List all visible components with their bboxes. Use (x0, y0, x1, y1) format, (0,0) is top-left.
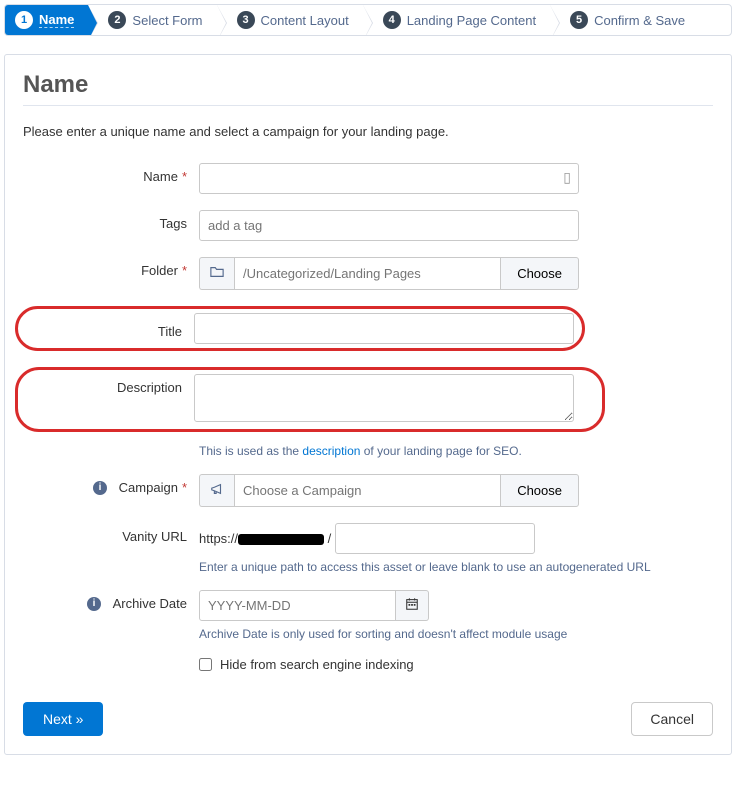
folder-input[interactable] (234, 257, 500, 290)
step-name[interactable]: 1 Name (5, 5, 88, 35)
description-input[interactable] (194, 374, 574, 422)
description-help: This is used as the description of your … (199, 444, 579, 458)
hide-checkbox[interactable] (199, 658, 212, 671)
bookmark-icon: ▯ (563, 169, 571, 186)
step-content-layout[interactable]: 3 Content Layout (217, 5, 363, 35)
calendar-icon (405, 597, 419, 611)
label-campaign: i Campaign* (23, 474, 199, 495)
vanity-input[interactable] (335, 523, 535, 554)
step-label: Content Layout (261, 13, 349, 28)
vanity-help: Enter a unique path to access this asset… (199, 560, 713, 574)
cancel-button[interactable]: Cancel (631, 702, 713, 736)
next-button[interactable]: Next » (23, 702, 103, 736)
step-label: Name (39, 12, 74, 28)
intro-text: Please enter a unique name and select a … (23, 124, 713, 139)
page-title: Name (23, 71, 713, 99)
info-icon: i (87, 597, 101, 611)
row-description: Description (23, 367, 713, 432)
archive-help: Archive Date is only used for sorting an… (199, 627, 713, 641)
step-num: 2 (108, 11, 126, 29)
row-folder: Folder* Choose (23, 257, 713, 290)
label-tags: Tags (23, 210, 199, 231)
megaphone-icon (199, 474, 234, 507)
vanity-prefix: https:// / (199, 531, 331, 546)
row-tags: Tags (23, 210, 713, 241)
step-num: 5 (570, 11, 588, 29)
calendar-button[interactable] (396, 590, 429, 621)
row-hide: Hide from search engine indexing (23, 657, 713, 672)
step-num: 3 (237, 11, 255, 29)
row-vanity: Vanity URL https:// / Enter a unique pat… (23, 523, 713, 574)
row-name: Name* ▯ (23, 163, 713, 194)
redacted-domain (238, 534, 324, 545)
label-description: Description (26, 374, 194, 395)
footer: Next » Cancel (23, 696, 713, 736)
info-icon: i (93, 481, 107, 495)
step-label: Select Form (132, 13, 202, 28)
wizard-steps: 1 Name 2 Select Form 3 Content Layout 4 … (4, 4, 732, 36)
divider (23, 105, 713, 106)
step-num: 1 (15, 11, 33, 29)
folder-icon (199, 257, 234, 290)
label-archive: i Archive Date (23, 590, 199, 611)
folder-choose-button[interactable]: Choose (500, 257, 579, 290)
name-input[interactable] (199, 163, 579, 194)
step-confirm-save[interactable]: 5 Confirm & Save (550, 5, 699, 35)
step-label: Confirm & Save (594, 13, 685, 28)
campaign-choose-button[interactable]: Choose (500, 474, 579, 507)
campaign-input[interactable] (234, 474, 500, 507)
hide-label: Hide from search engine indexing (220, 657, 414, 672)
label-folder: Folder* (23, 257, 199, 278)
tags-input[interactable] (199, 210, 579, 241)
form-panel: Name Please enter a unique name and sele… (4, 54, 732, 755)
step-label: Landing Page Content (407, 13, 536, 28)
step-select-form[interactable]: 2 Select Form (88, 5, 216, 35)
label-title: Title (26, 318, 194, 339)
step-num: 4 (383, 11, 401, 29)
title-input[interactable] (194, 313, 574, 344)
label-vanity: Vanity URL (23, 523, 199, 544)
label-name: Name* (23, 163, 199, 184)
row-title: Title (23, 306, 713, 351)
row-campaign: i Campaign* Choose (23, 474, 713, 507)
description-link[interactable]: description (302, 444, 360, 458)
step-landing-page-content[interactable]: 4 Landing Page Content (363, 5, 550, 35)
archive-date-input[interactable] (199, 590, 396, 621)
row-archive: i Archive Date Archive Date is only used… (23, 590, 713, 641)
